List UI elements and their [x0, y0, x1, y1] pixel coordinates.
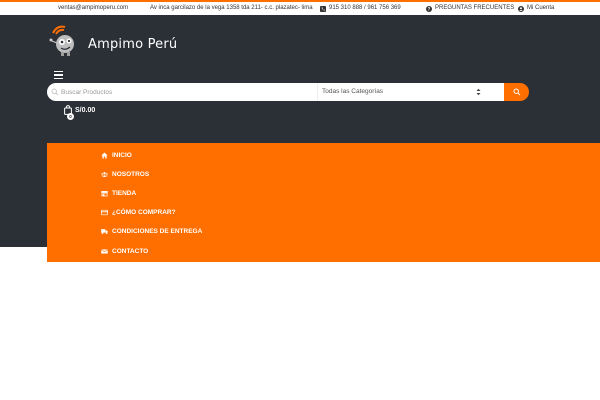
- phone-link[interactable]: 915 310 888 / 961 756 369: [320, 4, 401, 13]
- robot-logo-icon: [49, 25, 74, 56]
- store-icon: [101, 191, 108, 197]
- account-link[interactable]: Mi Cuenta: [518, 4, 554, 13]
- nav-label: NOSOTROS: [112, 171, 150, 178]
- address-label: Av inca garcilazo de la vega 1358 tda 21…: [150, 5, 313, 11]
- hamburger-menu-icon[interactable]: [54, 71, 63, 79]
- email-link[interactable]: ventas@ampimoperu.com: [58, 4, 128, 13]
- faq-text: PREGUNTAS FRECUENTES: [435, 5, 515, 11]
- faq-link[interactable]: ? PREGUNTAS FRECUENTES: [426, 4, 514, 13]
- search-input[interactable]: [47, 83, 317, 101]
- nav-label: CONTACTO: [112, 248, 149, 255]
- nav-item-como-comprar[interactable]: ¿CÓMO COMPRAR?: [101, 209, 176, 216]
- account-text: Mi Cuenta: [527, 5, 555, 11]
- category-selected-value: Todas las Categorías: [322, 88, 384, 95]
- search-spacer: [487, 83, 504, 101]
- nav-item-nosotros[interactable]: NOSOTROS: [101, 171, 149, 178]
- nav-label: ¿CÓMO COMPRAR?: [112, 209, 176, 216]
- truck-icon: [101, 229, 108, 235]
- phone-text: 915 310 888 / 961 756 369: [329, 5, 401, 11]
- home-icon: [101, 152, 108, 159]
- credit-card-icon: [101, 209, 108, 216]
- search-icon: [51, 88, 59, 96]
- site-header: Ampimo Perú Todas las Categorías 0 S/0.0…: [0, 15, 600, 262]
- envelope-icon: [101, 249, 108, 254]
- site-logo[interactable]: Ampimo Perú: [48, 25, 177, 57]
- question-circle-icon: ?: [426, 5, 432, 12]
- email-text: ventas@ampimoperu.com: [58, 5, 129, 11]
- cart-count-badge: 0: [67, 113, 74, 120]
- nav-label: INICIO: [112, 152, 132, 159]
- cart-total: S/0.00: [75, 106, 96, 114]
- users-icon: [101, 172, 108, 177]
- main-navigation: INICIO NOSOTROS TIENDA ¿CÓMO COMPRAR? CO…: [47, 143, 600, 262]
- nav-item-contacto[interactable]: CONTACTO: [101, 248, 148, 255]
- nav-item-tienda[interactable]: TIENDA: [101, 190, 136, 197]
- nav-item-condiciones-entrega[interactable]: CONDICIONES DE ENTREGA: [101, 228, 202, 235]
- phone-icon: [320, 5, 326, 12]
- search-button-icon: [512, 88, 520, 96]
- nav-label: CONDICIONES DE ENTREGA: [112, 228, 203, 235]
- user-circle-icon: [518, 5, 524, 12]
- nav-item-inicio[interactable]: INICIO: [101, 152, 132, 159]
- select-arrows-icon: [476, 88, 481, 96]
- search-bar: Todas las Categorías: [47, 83, 529, 101]
- address-text: Av inca garcilazo de la vega 1358 tda 21…: [150, 4, 313, 13]
- top-info-bar: ventas@ampimoperu.com Av inca garcilazo …: [0, 2, 600, 15]
- search-button[interactable]: [504, 83, 529, 101]
- brand-name: Ampimo Perú: [88, 36, 178, 52]
- category-select[interactable]: Todas las Categorías: [317, 83, 487, 101]
- cart-widget[interactable]: 0 S/0.00: [64, 105, 96, 120]
- nav-label: TIENDA: [112, 190, 137, 197]
